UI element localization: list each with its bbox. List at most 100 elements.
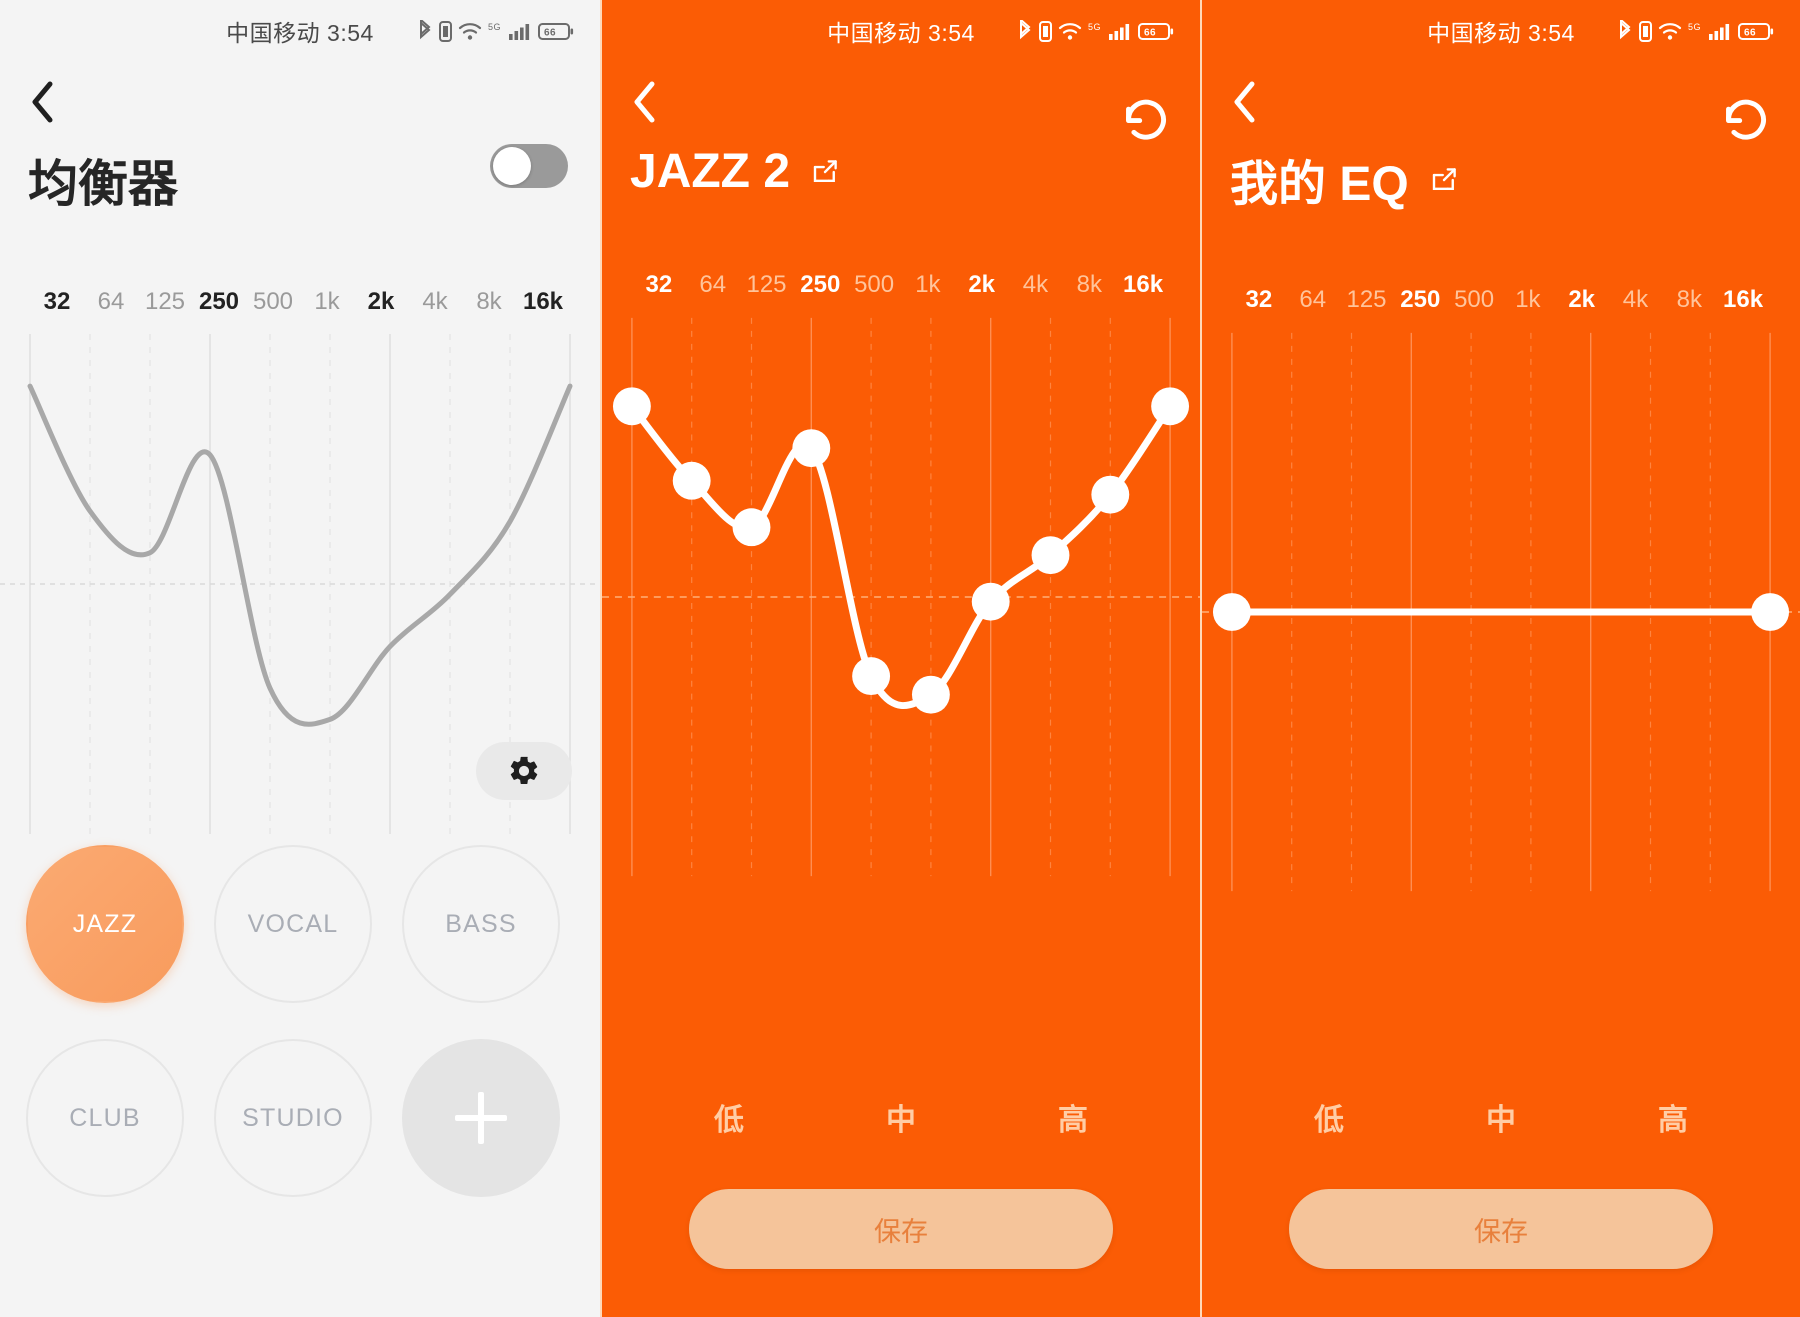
freq-label-16k: 16k: [1723, 286, 1764, 313]
battery-icon: 66: [538, 23, 574, 40]
freq-label-16k: 16k: [1123, 271, 1164, 298]
freq-label-8k: 8k: [1676, 286, 1702, 313]
freq-label-125: 125: [1346, 286, 1387, 313]
freq-label-1k: 1k: [915, 271, 941, 298]
eq-handle-16k[interactable]: [1151, 387, 1190, 426]
frequency-axis-labels: 32 64 125 250 500 1k 2k 4k 8k 16k: [1232, 286, 1770, 314]
edit-title-button[interactable]: [810, 157, 840, 192]
svg-text:5G: 5G: [488, 22, 501, 32]
frequency-axis-labels: 32 64 125 250 500 1k 2k 4k 8k 16k: [30, 288, 570, 316]
edit-title-button[interactable]: [1429, 165, 1459, 200]
edit-pencil-icon: [813, 160, 837, 182]
status-icons: 5G 66: [1617, 20, 1774, 42]
reset-counterclockwise-icon: [1726, 99, 1766, 140]
add-preset-button[interactable]: [402, 1039, 560, 1197]
carrier-and-time: 中国移动 3:54: [226, 20, 374, 46]
freq-label-500: 500: [854, 271, 895, 298]
preset-bass[interactable]: BASS: [402, 845, 560, 1003]
bluetooth-icon: [1620, 20, 1631, 40]
back-button[interactable]: [630, 76, 676, 128]
status-bar: 中国移动 3:54 5G 66: [1202, 0, 1800, 62]
eq-handle-500[interactable]: [852, 657, 891, 696]
reset-button[interactable]: [1718, 94, 1774, 150]
freq-label-64: 64: [1299, 286, 1327, 313]
eq-settings-button[interactable]: [476, 742, 572, 800]
eq-handle-250[interactable]: [792, 429, 831, 468]
freq-label-16k: 16k: [522, 288, 564, 315]
reset-button[interactable]: [1118, 94, 1174, 150]
carrier-and-time: 中国移动 3:54: [1427, 20, 1575, 46]
bluetooth-battery-icon: [439, 21, 452, 42]
eq-handle-1k[interactable]: [911, 675, 950, 714]
freq-label-2k: 2k: [1568, 286, 1596, 313]
eq-editor-myeq-screen: 中国移动 3:54 5G 66 我的 EQ 32 64 125 250 500 …: [1200, 0, 1800, 1317]
freq-label-250: 250: [800, 271, 841, 298]
band-label-high: 高: [1658, 1104, 1688, 1137]
freq-label-2k: 2k: [367, 288, 395, 315]
eq-handle-125[interactable]: [732, 508, 771, 547]
freq-label-500: 500: [1454, 286, 1495, 313]
status-icons: 5G 66: [1017, 20, 1174, 42]
eq-curve-plot-panel3[interactable]: [1202, 332, 1800, 892]
svg-text:5G: 5G: [1688, 22, 1701, 32]
preset-jazz[interactable]: JAZZ: [26, 845, 184, 1003]
eq-handle-32[interactable]: [1212, 593, 1251, 631]
preset-label: BASS: [445, 909, 517, 938]
freq-label-4k: 4k: [1622, 286, 1649, 313]
5g-icon: 5G: [1088, 22, 1101, 32]
back-button[interactable]: [1230, 76, 1276, 128]
freq-label-8k: 8k: [1076, 271, 1102, 298]
save-button[interactable]: 保存: [1289, 1189, 1713, 1269]
page-title: JAZZ 2: [630, 145, 791, 198]
freq-label-32: 32: [1245, 286, 1273, 313]
eq-handle-2k[interactable]: [971, 582, 1010, 621]
freq-label-64: 64: [97, 288, 125, 315]
eq-handle-4k[interactable]: [1031, 536, 1070, 575]
plus-icon: [455, 1092, 507, 1144]
battery-icon: 66: [1738, 23, 1774, 40]
freq-label-125: 125: [746, 271, 787, 298]
eq-curve-svg: [602, 317, 1200, 877]
chevron-left-icon: [32, 81, 53, 123]
back-button[interactable]: [28, 76, 74, 128]
eq-handle-64[interactable]: [672, 461, 711, 500]
page-title: 均衡器: [28, 156, 178, 212]
preset-label: STUDIO: [242, 1103, 344, 1132]
signal-bars-icon: [1109, 24, 1130, 40]
signal-bars-icon: [509, 24, 530, 40]
save-button[interactable]: 保存: [689, 1189, 1113, 1269]
freq-label-250: 250: [198, 288, 240, 315]
equalizer-main-screen: 中国移动 3:54 5G 66 均衡器 32 64 125 250 500 1k…: [0, 0, 600, 1317]
freq-label-32: 32: [43, 288, 71, 315]
freq-label-8k: 8k: [476, 288, 502, 315]
bluetooth-battery-icon: [1039, 21, 1052, 42]
preset-club[interactable]: CLUB: [26, 1039, 184, 1197]
band-label-low: 低: [1314, 1104, 1344, 1137]
eq-curve-plot-panel2[interactable]: [602, 317, 1200, 877]
status-bar: 中国移动 3:54 5G 66: [0, 0, 600, 62]
eq-band-handles[interactable]: [612, 387, 1190, 714]
preset-studio[interactable]: STUDIO: [214, 1039, 372, 1197]
status-icons: 5G 66: [417, 20, 574, 42]
status-bar: 中国移动 3:54 5G 66: [602, 0, 1200, 62]
eq-handle-16k[interactable]: [1751, 593, 1790, 631]
header: 均衡器: [0, 76, 600, 216]
freq-label-125: 125: [144, 288, 186, 315]
equalizer-toggle[interactable]: [490, 144, 568, 188]
freq-label-1k: 1k: [314, 288, 340, 315]
band-labels: 低 中 高: [602, 1095, 1200, 1139]
eq-curve-svg: [1202, 332, 1800, 892]
freq-label-500: 500: [252, 288, 294, 315]
battery-level-text: 66: [1744, 28, 1756, 39]
preset-label: VOCAL: [247, 909, 339, 938]
freq-label-64: 64: [699, 271, 727, 298]
eq-handle-32[interactable]: [612, 387, 651, 426]
bluetooth-icon: [1020, 20, 1031, 40]
wifi-icon: [1658, 23, 1682, 40]
eq-response-curve: [27, 383, 573, 727]
svg-text:5G: 5G: [1088, 22, 1101, 32]
preset-vocal[interactable]: VOCAL: [214, 845, 372, 1003]
screenshot-root: 中国移动 3:54 5G 66 均衡器 32 64 125 250 500 1k…: [0, 0, 1800, 1317]
chevron-left-icon: [1234, 81, 1255, 123]
eq-handle-8k[interactable]: [1091, 475, 1130, 514]
